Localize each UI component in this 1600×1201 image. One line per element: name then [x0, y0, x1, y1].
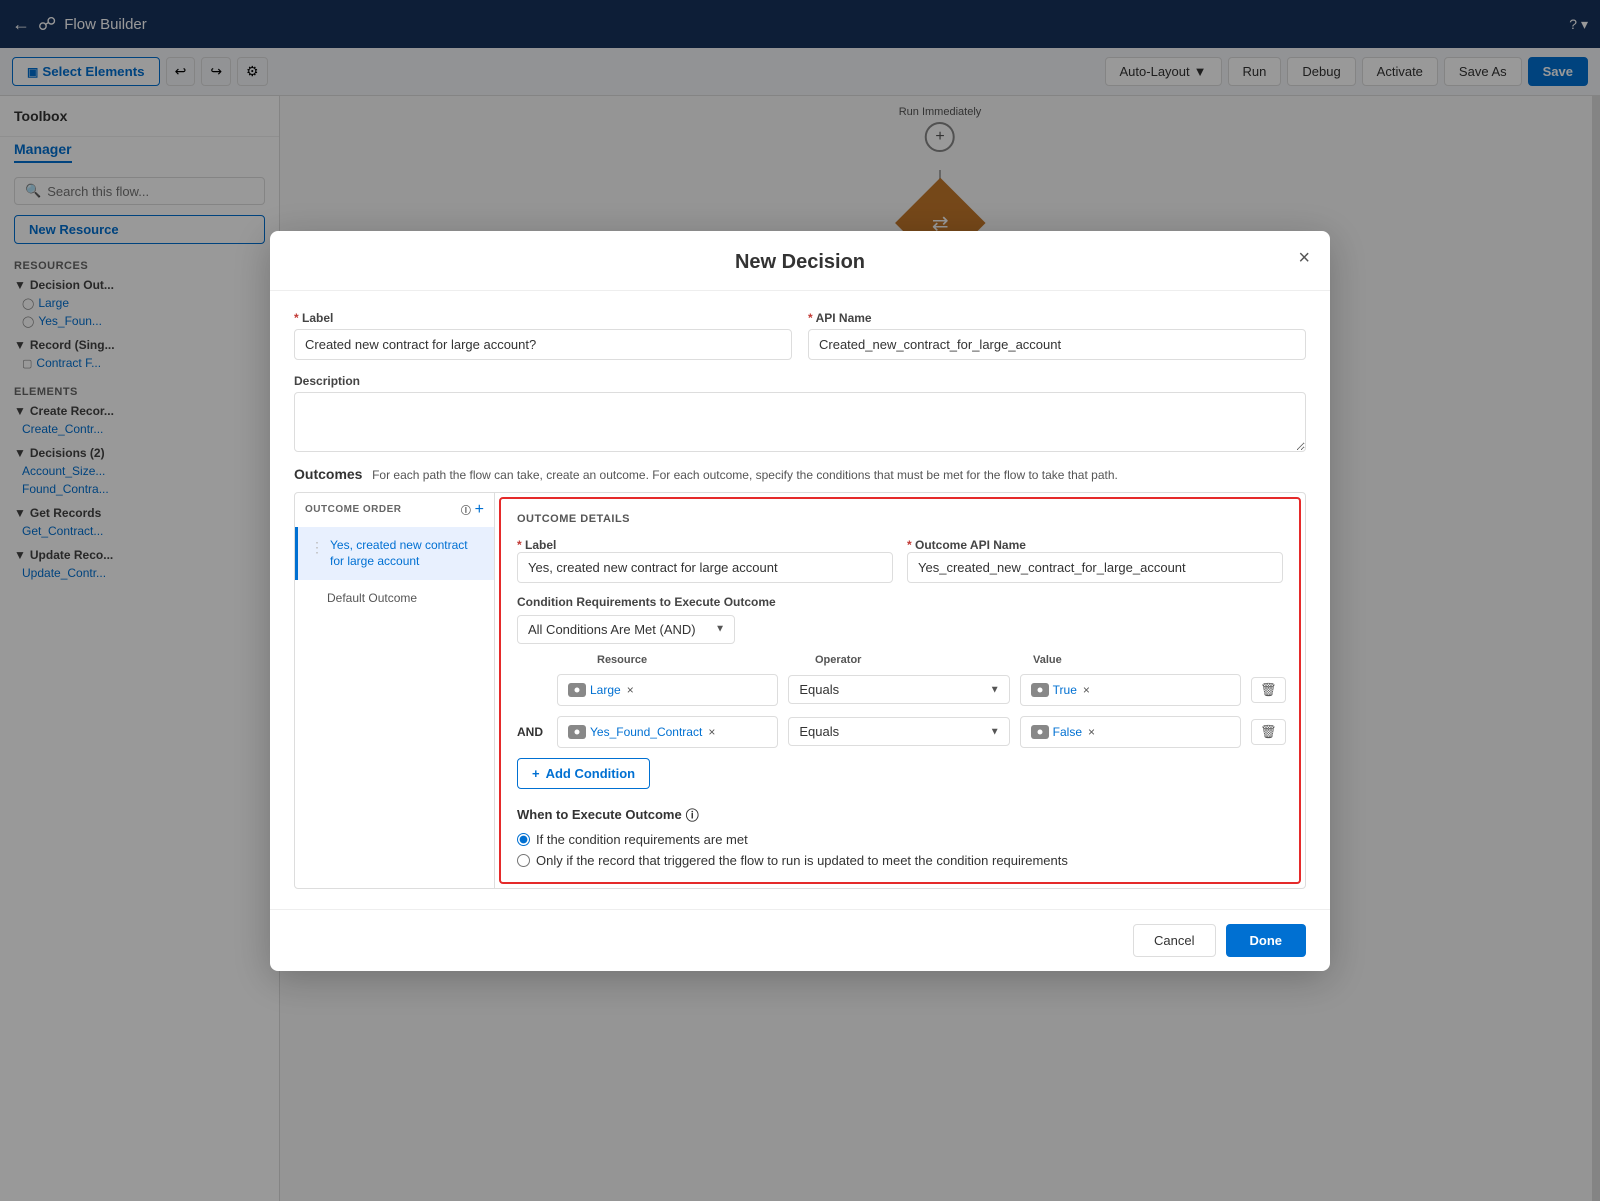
description-label: Description [294, 374, 1306, 388]
detail-label-input[interactable] [517, 552, 893, 583]
resource-name-1: Yes_Found_Contract [590, 725, 702, 739]
value-remove-1[interactable]: × [1088, 725, 1095, 739]
outcome-details-title: OUTCOME DETAILS [517, 513, 1283, 525]
value-icon-1 [1031, 725, 1049, 739]
value-tag-0: True × [1020, 674, 1241, 706]
when-execute-section: When to Execute Outcome ⓘ If the conditi… [517, 805, 1283, 868]
radio-group: If the condition requirements are met On… [517, 832, 1283, 868]
delete-col-0: 🗑 [1251, 677, 1283, 703]
outcome-item-1[interactable]: Default Outcome [295, 580, 494, 617]
outcomes-title: Outcomes [294, 466, 362, 482]
outcome-item-text-0: Yes, created new contract for large acco… [330, 537, 482, 571]
outcome-order-label: OUTCOME ORDER [305, 504, 402, 515]
outcomes-desc: For each path the flow can take, create … [372, 468, 1118, 482]
resource-tag-0: Large × [557, 674, 778, 706]
operator-select-1[interactable]: Equals Not Equal To Greater Than Less Th… [788, 717, 1009, 746]
outcome-split: OUTCOME ORDER ⓘ + ⋮ Yes, created new con… [295, 493, 1305, 888]
operator-select-0[interactable]: Equals Not Equal To Greater Than Less Th… [788, 675, 1009, 704]
outcomes-header: Outcomes For each path the flow can take… [294, 466, 1306, 482]
outcome-item-0[interactable]: ⋮ Yes, created new contract for large ac… [295, 527, 494, 581]
col-header-value: Value [1033, 654, 1241, 666]
when-info-icon: ⓘ [686, 805, 699, 824]
condition-row-1: AND Yes_Found_Contract × [517, 716, 1283, 748]
resource-col-1: Yes_Found_Contract × [557, 716, 778, 748]
cancel-button[interactable]: Cancel [1133, 924, 1215, 957]
radio-option-0[interactable]: If the condition requirements are met [517, 832, 1283, 847]
when-execute-title: When to Execute Outcome ⓘ [517, 805, 1283, 824]
condition-req-select[interactable]: All Conditions Are Met (AND) Any Conditi… [517, 615, 735, 644]
label-field-label: * Label [294, 311, 792, 325]
detail-api-name-label: * Outcome API Name [907, 538, 1026, 552]
resource-icon-1 [568, 725, 586, 739]
modal-body: * Label * API Name Description Outcom [270, 291, 1330, 909]
label-api-row: * Label * API Name [294, 311, 1306, 360]
label-group: * Label [294, 311, 792, 360]
resource-remove-1[interactable]: × [708, 725, 715, 739]
value-tag-1: False × [1020, 716, 1241, 748]
resource-remove-0[interactable]: × [627, 683, 634, 697]
operator-col-0: Equals Not Equal To Greater Than Less Th… [788, 675, 1009, 704]
operator-col-1: Equals Not Equal To Greater Than Less Th… [788, 717, 1009, 746]
description-group: Description [294, 374, 1306, 452]
add-condition-label: Add Condition [546, 766, 636, 781]
label-input[interactable] [294, 329, 792, 360]
radio-input-0[interactable] [517, 833, 530, 846]
col-header-resource: Resource [597, 654, 805, 666]
value-col-1: False × [1020, 716, 1241, 748]
drag-handle-0: ⋮ [310, 539, 324, 556]
new-decision-modal: New Decision × * Label * API Name [270, 231, 1330, 971]
condition-row-0: Large × Equals Not Equal To Greater Tha [517, 674, 1283, 706]
condition-req-label: Condition Requirements to Execute Outcom… [517, 595, 1283, 609]
value-icon-0 [1031, 683, 1049, 697]
modal-overlay: New Decision × * Label * API Name [0, 0, 1600, 1201]
resource-tag-1: Yes_Found_Contract × [557, 716, 778, 748]
delete-condition-1[interactable]: 🗑 [1251, 719, 1286, 745]
resource-icon-0 [568, 683, 586, 697]
api-name-field-label: * API Name [808, 311, 1306, 325]
detail-label-field-label: * Label [517, 538, 556, 552]
detail-api-name-input[interactable] [907, 552, 1283, 583]
outcome-list-header: OUTCOME ORDER ⓘ + [295, 493, 494, 527]
condition-req-select-wrap: All Conditions Are Met (AND) Any Conditi… [517, 615, 735, 644]
detail-label-group: * Label [517, 537, 893, 583]
and-label-1: AND [517, 725, 547, 739]
modal-footer: Cancel Done [270, 909, 1330, 971]
condition-req-section: Condition Requirements to Execute Outcom… [517, 595, 1283, 644]
value-remove-0[interactable]: × [1083, 683, 1090, 697]
api-name-group: * API Name [808, 311, 1306, 360]
value-col-0: True × [1020, 674, 1241, 706]
outcome-list: OUTCOME ORDER ⓘ + ⋮ Yes, created new con… [295, 493, 495, 888]
detail-label-row: * Label * Outcome API Name [517, 537, 1283, 583]
description-textarea[interactable] [294, 392, 1306, 452]
outcome-details-panel: OUTCOME DETAILS * Label [499, 497, 1301, 884]
value-name-1: False [1053, 725, 1082, 739]
outcome-split-container: OUTCOME ORDER ⓘ + ⋮ Yes, created new con… [294, 492, 1306, 889]
radio-option-1[interactable]: Only if the record that triggered the fl… [517, 853, 1283, 868]
add-outcome-button[interactable]: + [475, 501, 484, 519]
detail-api-name-group: * Outcome API Name [907, 537, 1283, 583]
delete-condition-0[interactable]: 🗑 [1251, 677, 1286, 703]
outcome-item-text-1: Default Outcome [307, 590, 417, 607]
radio-input-1[interactable] [517, 854, 530, 867]
done-button[interactable]: Done [1226, 924, 1307, 957]
delete-col-1: 🗑 [1251, 719, 1283, 745]
value-name-0: True [1053, 683, 1077, 697]
modal-close-button[interactable]: × [1298, 247, 1310, 270]
modal-header: New Decision × [270, 231, 1330, 291]
api-name-input[interactable] [808, 329, 1306, 360]
add-condition-button[interactable]: + Add Condition [517, 758, 650, 789]
col-header-operator: Operator [815, 654, 1023, 666]
resource-name-0: Large [590, 683, 621, 697]
modal-title: New Decision [294, 251, 1306, 274]
condition-headers: Resource Operator Value [517, 654, 1283, 670]
info-icon: ⓘ [461, 506, 472, 517]
resource-col-0: Large × [557, 674, 778, 706]
